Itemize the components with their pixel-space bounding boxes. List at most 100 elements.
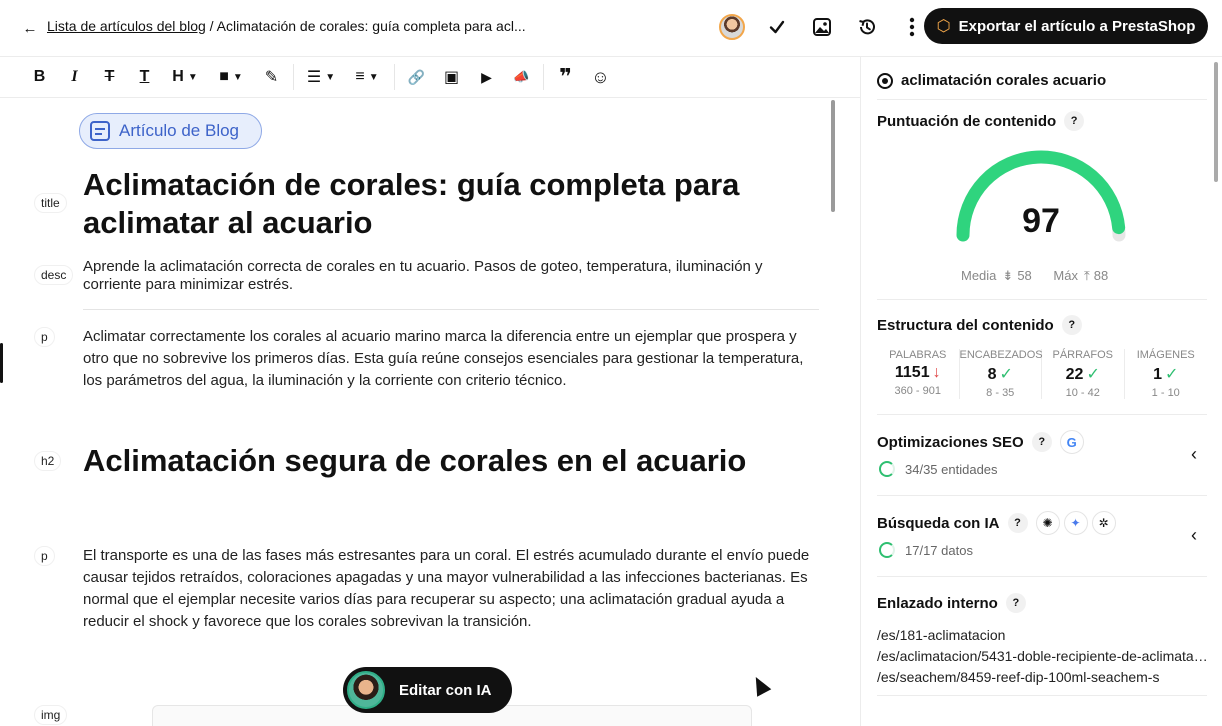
- article-description[interactable]: Aprende la aclimatación correcta de cora…: [83, 258, 803, 294]
- quote-icon[interactable]: ❞: [548, 62, 583, 92]
- document-icon: [90, 121, 110, 141]
- stat-párrafos: PÁRRAFOS 22 ✓ 10 - 42: [1042, 349, 1125, 399]
- internal-link[interactable]: /es/181-aclimatacion: [877, 625, 1209, 646]
- score-benchmarks: Media ⇟ 58 Máx ⤒ 88: [961, 268, 1126, 284]
- megaphone-icon[interactable]: 📣: [504, 62, 539, 92]
- gallery-icon[interactable]: ▣: [434, 62, 469, 92]
- score-value: 97: [1022, 202, 1060, 240]
- description-divider: [83, 309, 819, 310]
- help-icon[interactable]: ?: [1031, 432, 1052, 452]
- editor-scrollbar[interactable]: [831, 100, 835, 212]
- block-tag-img: img: [34, 705, 68, 725]
- structure-stats: PALABRAS 1151 ↓ 360 - 901 ENCABEZADOS 8 ✓ 8 - 3…: [877, 349, 1207, 399]
- stat-value-row: 1151 ↓: [877, 364, 959, 382]
- seo-section-title[interactable]: Optimizaciones SEO ? G: [877, 430, 1084, 454]
- stat-label: ENCABEZADOS: [959, 349, 1043, 361]
- paragraph-2[interactable]: El transporte es una de las fases más es…: [83, 545, 823, 633]
- section-divider: [877, 695, 1207, 696]
- list-dropdown[interactable]: ☰ ▼: [298, 62, 344, 92]
- stat-value-row: 8 ✓: [960, 364, 1042, 384]
- internal-link[interactable]: /es/seachem/8459-reef-dip-100ml-seachem-…: [877, 667, 1209, 688]
- back-arrow-icon[interactable]: ←: [18, 17, 42, 39]
- seo-side-panel: aclimatación corales acuario Puntuación …: [861, 57, 1222, 726]
- ai-search-progress: 17/17 datos: [879, 542, 973, 558]
- perplexity-icon: ✲: [1091, 511, 1116, 535]
- block-tag-desc: desc: [34, 265, 74, 285]
- highlighter-icon[interactable]: ✎: [254, 62, 289, 92]
- user-avatar[interactable]: [718, 13, 746, 41]
- strikethrough-icon[interactable]: T: [92, 62, 127, 92]
- breadcrumb-link-blog-list[interactable]: Lista de artículos del blog: [47, 18, 206, 34]
- edit-with-ai-label: Editar con IA: [399, 681, 492, 699]
- max-value: 88: [1093, 268, 1109, 283]
- max-icon: ⤒: [1083, 268, 1090, 283]
- image-icon[interactable]: [808, 13, 836, 41]
- video-play-icon[interactable]: ▶: [469, 62, 504, 92]
- stat-palabras: PALABRAS 1151 ↓ 360 - 901: [877, 349, 960, 399]
- help-icon[interactable]: ?: [1061, 315, 1082, 335]
- stat-value-row: 22 ✓: [1042, 364, 1124, 384]
- help-icon[interactable]: ?: [1064, 111, 1085, 131]
- edit-with-ai-button[interactable]: Editar con IA: [343, 667, 512, 713]
- block-tag-h2: h2: [34, 451, 62, 471]
- breadcrumb: Lista de artículos del blog / Aclimataci…: [47, 18, 526, 34]
- toolbar-divider: [394, 64, 395, 90]
- assistant-avatar: [347, 671, 385, 709]
- score-section-title: Puntuación de contenido ?: [877, 111, 1085, 131]
- italic-icon[interactable]: I: [57, 62, 92, 92]
- heading-dropdown[interactable]: H ▼: [162, 62, 208, 92]
- heading-icon: H: [172, 68, 184, 85]
- underline-icon[interactable]: T: [127, 62, 162, 92]
- breadcrumb-current: Aclimatación de corales: guía completa p…: [216, 18, 526, 34]
- section-divider: [877, 299, 1207, 300]
- seo-progress-text: 34/35 entidades: [905, 461, 998, 477]
- max-label: Máx: [1053, 268, 1078, 283]
- help-icon[interactable]: ?: [1007, 513, 1028, 533]
- stat-range: 360 - 901: [894, 385, 941, 397]
- section-divider: [877, 99, 1207, 100]
- structure-title: Estructura del contenido: [877, 316, 1054, 334]
- bold-icon[interactable]: B: [22, 62, 57, 92]
- chevron-down-icon: ▼: [187, 71, 198, 83]
- side-scrollbar[interactable]: [1214, 62, 1218, 182]
- stat-imágenes: IMÁGENES 1 ✓ 1 - 10: [1125, 349, 1208, 399]
- link-icon[interactable]: 🔗: [399, 62, 434, 92]
- target-icon: [877, 72, 893, 89]
- seo-expand-chevron-icon[interactable]: ‹: [1191, 444, 1197, 465]
- prestashop-hex-icon: ⬡: [936, 18, 951, 35]
- article-title[interactable]: Aclimatación de corales: guía completa p…: [83, 166, 803, 242]
- media-benchmark: Media ⇟ 58: [961, 268, 1032, 283]
- format-toolbar: B I T T H ▼ ■ ▼ ✎ ☰ ▼ ≡ ▼ 🔗 ▣ ▶ 📣 ❞ ☺: [0, 57, 860, 98]
- target-keyword: aclimatación corales acuario: [877, 72, 1106, 89]
- paragraph-1[interactable]: Aclimatar correctamente los corales al a…: [83, 326, 823, 392]
- block-tag-title: title: [34, 193, 67, 213]
- structure-section-title: Estructura del contenido ?: [877, 315, 1082, 335]
- color-dropdown[interactable]: ■ ▼: [208, 62, 254, 92]
- article-type-badge[interactable]: Artículo de Blog: [79, 113, 262, 149]
- section-divider: [877, 495, 1207, 496]
- google-icon: G: [1059, 430, 1084, 454]
- help-icon[interactable]: ?: [1005, 593, 1026, 613]
- stat-range: 8 - 35: [986, 387, 1015, 399]
- stat-value: 1: [1153, 366, 1162, 383]
- history-icon[interactable]: [853, 13, 881, 41]
- ai-search-section-title[interactable]: Búsqueda con IA ? ✺ ✦ ✲: [877, 511, 1116, 535]
- check-icon[interactable]: [763, 13, 791, 41]
- check-icon: ✓: [999, 366, 1013, 383]
- align-dropdown[interactable]: ≡ ▼: [344, 62, 390, 92]
- export-prestashop-button[interactable]: ⬡ Exportar el artículo a PrestaShop: [924, 8, 1208, 44]
- color-block-icon: ■: [219, 68, 229, 85]
- ai-search-expand-chevron-icon[interactable]: ‹: [1191, 525, 1197, 546]
- more-vertical-icon[interactable]: [898, 13, 926, 41]
- internal-link[interactable]: /es/aclimatacion/5431-doble-recipiente-d…: [877, 646, 1209, 667]
- list-icon: ☰: [306, 69, 322, 86]
- top-header: ← Lista de artículos del blog / Aclimata…: [0, 0, 1222, 57]
- emoji-icon[interactable]: ☺: [583, 62, 618, 92]
- stat-value: 8: [987, 366, 997, 383]
- check-icon: ✓: [1165, 366, 1179, 383]
- chevron-down-icon: ▼: [368, 71, 379, 83]
- heading-2[interactable]: Aclimatación segura de corales en el acu…: [83, 442, 803, 480]
- media-icon: ⇟: [1002, 268, 1014, 283]
- stat-value: 22: [1065, 366, 1084, 383]
- arrow-down-icon: ↓: [932, 364, 941, 381]
